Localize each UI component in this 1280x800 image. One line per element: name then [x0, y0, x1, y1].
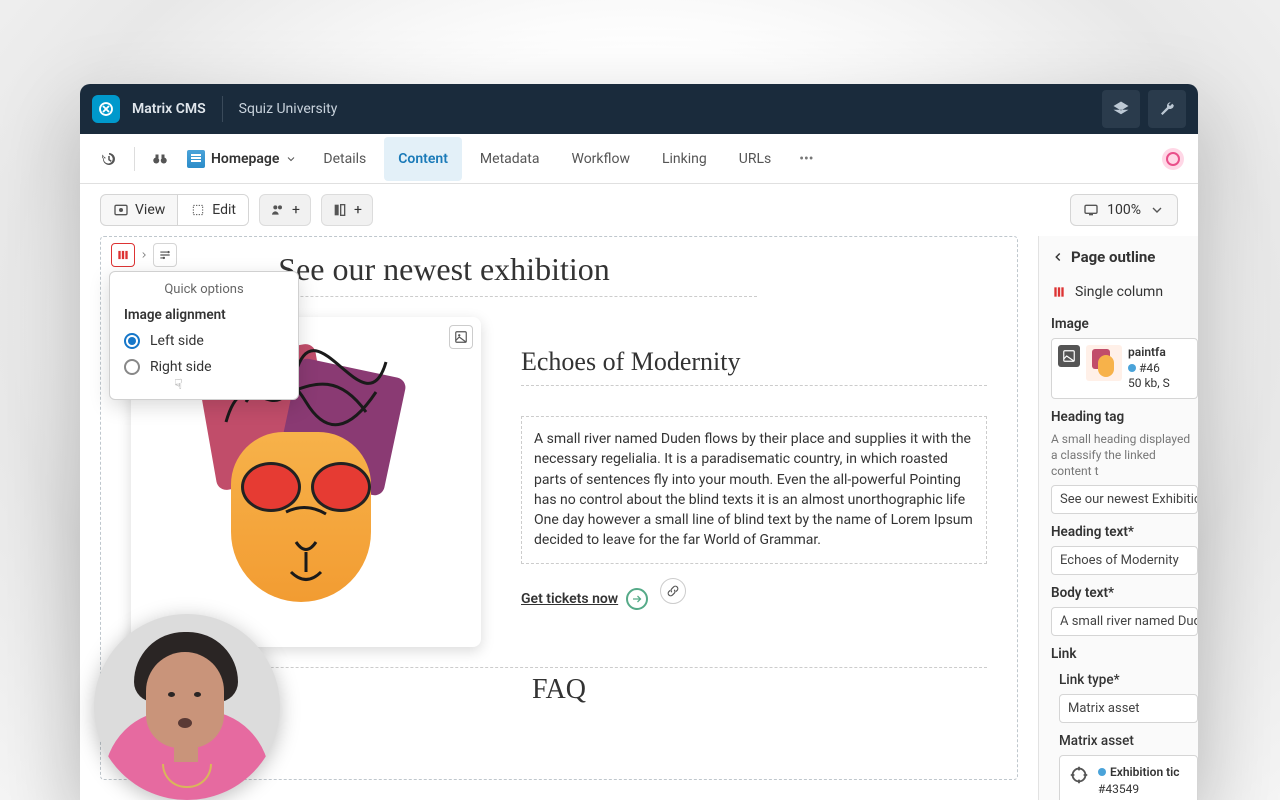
edit-label: Edit [212, 202, 236, 218]
tab-metadata[interactable]: Metadata [466, 137, 554, 181]
link-edit-icon[interactable] [660, 578, 686, 604]
cursor-icon: ☟ [174, 377, 183, 393]
properties-sidebar: Page outline Single column Image paintfa… [1038, 236, 1198, 800]
breadcrumb-title: Homepage [211, 151, 279, 167]
plus-icon: + [354, 202, 362, 218]
asset-name: Exhibition tic [1110, 765, 1180, 779]
divider [134, 147, 135, 171]
view-label: View [135, 202, 165, 218]
app-topbar: Matrix CMS Squiz University [80, 84, 1198, 134]
plus-icon: + [292, 202, 300, 218]
app-logo [92, 95, 120, 123]
breadcrumb[interactable]: Homepage [179, 146, 305, 172]
body-text-field[interactable]: A small river named Duden flows by their… [521, 416, 987, 564]
quick-options-popover: Quick options Image alignment Left side … [109, 271, 299, 400]
chevron-down-icon [1149, 202, 1165, 218]
body-text-label: Body text* [1051, 585, 1198, 601]
tab-linking[interactable]: Linking [648, 137, 721, 181]
settings-sliders-icon[interactable] [153, 243, 177, 267]
more-tabs-button[interactable]: ••• [789, 145, 823, 173]
radio-dot-icon [124, 333, 140, 349]
heading-tag-help: A small heading displayed a classify the… [1051, 431, 1198, 480]
link-type-label: Link type* [1059, 672, 1198, 688]
binoculars-icon[interactable] [145, 144, 175, 174]
image-thumbnail [1086, 345, 1122, 381]
matrix-asset-picker[interactable]: Exhibition tic #43549 [1059, 755, 1198, 800]
page-outline-header[interactable]: Page outline [1051, 248, 1198, 266]
image-size: 50 kb, S [1128, 376, 1170, 392]
heading-text-label: Heading text* [1051, 524, 1198, 540]
image-asset-panel[interactable]: paintfa #46 50 kb, S [1051, 338, 1198, 399]
editor-toolbar: View Edit + + 100% [80, 184, 1198, 236]
radio-left-side[interactable]: Left side [124, 333, 284, 349]
image-section-label: Image [1051, 316, 1198, 332]
zoom-selector[interactable]: 100% [1070, 194, 1178, 226]
subheading-field[interactable]: Echoes of Modernity [521, 347, 987, 386]
outline-single-column-label: Single column [1075, 284, 1163, 300]
tab-details[interactable]: Details [309, 137, 380, 181]
radio-right-side[interactable]: Right side [124, 359, 284, 375]
presenter-video-overlay [94, 614, 280, 800]
popover-section-label: Image alignment [124, 307, 284, 323]
app-brand: Matrix CMS [132, 101, 206, 117]
settings-wrench-button[interactable] [1148, 90, 1186, 128]
image-icon [1058, 345, 1080, 367]
radio-dot-icon [124, 359, 140, 375]
link-type-select[interactable]: Matrix asset [1059, 694, 1198, 723]
target-icon [1068, 764, 1090, 786]
tab-workflow[interactable]: Workflow [557, 137, 644, 181]
chevron-down-icon [285, 153, 297, 165]
page-icon [187, 150, 205, 168]
cta-link[interactable]: Get tickets now [521, 591, 618, 607]
tab-content[interactable]: Content [384, 137, 462, 181]
page-outline-title: Page outline [1071, 248, 1155, 266]
outline-single-column[interactable]: Single column [1051, 278, 1198, 306]
matrix-asset-label: Matrix asset [1059, 733, 1198, 749]
divider [222, 96, 223, 122]
view-edit-toggle: View Edit [100, 194, 249, 226]
site-name[interactable]: Squiz University [239, 101, 338, 117]
layers-button[interactable] [1102, 90, 1140, 128]
asset-id: #43549 [1098, 781, 1180, 798]
add-component-button[interactable]: + [321, 194, 373, 226]
page-tabstrip: Homepage Details Content Metadata Workfl… [80, 134, 1198, 184]
edit-button[interactable]: Edit [178, 195, 248, 225]
zoom-value: 100% [1107, 202, 1141, 218]
radio-right-label: Right side [150, 359, 212, 375]
columns-icon[interactable] [111, 243, 135, 267]
history-icon[interactable] [94, 144, 124, 174]
chevron-right-icon [139, 250, 149, 260]
view-button[interactable]: View [101, 195, 178, 225]
add-collaborator-button[interactable]: + [259, 194, 311, 226]
tab-urls[interactable]: URLs [725, 137, 785, 181]
body-text-input[interactable]: A small river named Dud [1051, 607, 1198, 636]
heading-tag-label: Heading tag [1051, 409, 1198, 425]
status-indicator[interactable] [1162, 148, 1184, 170]
image-hex: #46 [1139, 361, 1160, 375]
image-filename: paintfa [1128, 345, 1170, 361]
radio-left-label: Left side [150, 333, 204, 349]
chevron-left-icon [1051, 250, 1065, 264]
columns-icon [1051, 285, 1067, 299]
popover-title: Quick options [124, 282, 284, 297]
block-controls [111, 243, 177, 267]
heading-text-input[interactable]: Echoes of Modernity [1051, 546, 1198, 575]
image-tool-icon[interactable] [449, 325, 473, 349]
arrow-right-icon [626, 588, 648, 610]
link-section-label: Link [1051, 646, 1198, 662]
heading-tag-input[interactable]: See our newest Exhibition [1051, 485, 1198, 514]
